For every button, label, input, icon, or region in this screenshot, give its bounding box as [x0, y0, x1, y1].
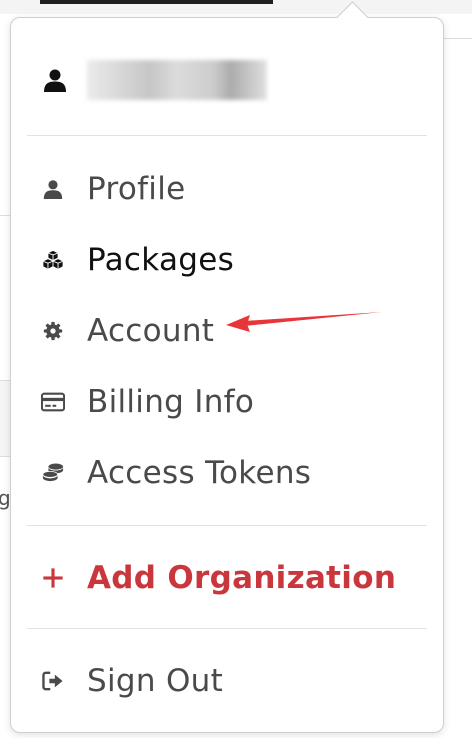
annotation-arrow-icon	[226, 312, 382, 332]
coins-icon	[41, 461, 65, 485]
menu-item-billing-info[interactable]: Billing Info	[41, 379, 254, 425]
add-organization-button[interactable]: Add Organization	[41, 555, 396, 601]
menu-item-label: Profile	[87, 171, 186, 207]
user-header	[43, 60, 267, 100]
menu-item-label: Billing Info	[87, 384, 255, 420]
menu-item-account[interactable]: Account	[41, 308, 214, 354]
menu-item-label: Account	[87, 313, 215, 349]
menu-item-profile[interactable]: Profile	[41, 166, 186, 212]
user-name-blurred	[87, 60, 267, 100]
menu-item-access-tokens[interactable]: Access Tokens	[41, 450, 311, 496]
divider	[27, 628, 427, 629]
menu-item-label: Packages	[87, 242, 235, 278]
sign-out-button[interactable]: Sign Out	[41, 658, 223, 704]
divider	[27, 525, 427, 526]
cubes-icon	[41, 248, 65, 272]
credit-card-icon	[41, 390, 65, 414]
user-icon	[41, 177, 65, 201]
plus-icon	[41, 566, 65, 590]
menu-item-label: Access Tokens	[87, 455, 312, 491]
sign-out-icon	[41, 669, 65, 693]
gear-icon	[41, 319, 65, 343]
user-icon	[43, 68, 67, 92]
divider	[27, 135, 427, 136]
background-divider-right	[442, 38, 472, 39]
add-organization-label: Add Organization	[87, 560, 397, 596]
background-dark-bar	[40, 0, 273, 4]
menu-item-packages[interactable]: Packages	[41, 237, 234, 283]
user-dropdown-menu: Profile Packages Account Billing Info Ac…	[10, 1, 444, 733]
sign-out-label: Sign Out	[87, 663, 224, 699]
